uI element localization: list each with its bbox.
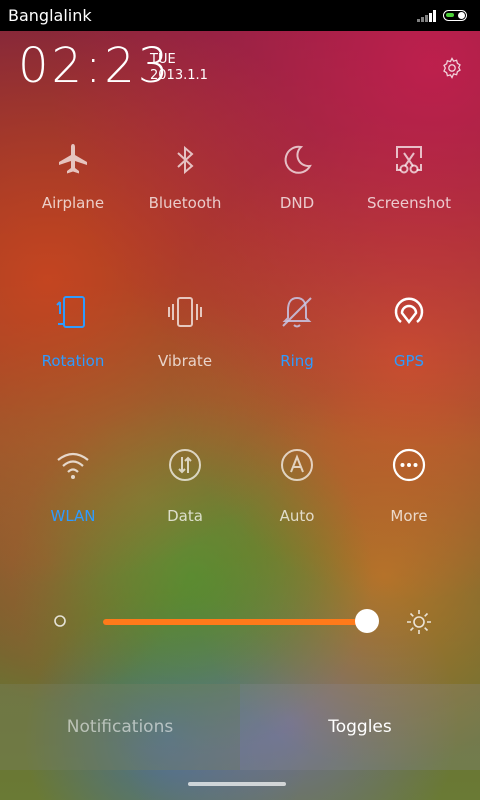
signal-strength-icon xyxy=(417,10,436,22)
toggle-more[interactable]: More xyxy=(349,445,469,525)
toggle-auto[interactable]: Auto xyxy=(237,445,357,525)
toggle-ring[interactable]: Ring xyxy=(237,292,357,370)
bell-muted-icon xyxy=(282,296,312,328)
bluetooth-icon xyxy=(177,145,194,175)
clock-date: 2013.1.1 xyxy=(150,68,208,83)
toggle-label: Vibrate xyxy=(157,352,213,370)
tab-notifications[interactable]: Notifications xyxy=(0,684,240,770)
gps-icon xyxy=(394,297,424,325)
wifi-icon xyxy=(57,452,89,479)
drag-handle[interactable] xyxy=(188,782,286,786)
toggle-label: Ring xyxy=(280,352,314,370)
vibrate-icon xyxy=(168,297,202,327)
toggle-bluetooth[interactable]: Bluetooth xyxy=(125,140,245,212)
blurred-wallpaper xyxy=(0,0,480,800)
brightness-low-icon xyxy=(54,615,66,627)
clock-day: TUE xyxy=(150,52,176,67)
rotation-icon xyxy=(56,296,85,328)
brightness-slider-thumb[interactable] xyxy=(355,609,379,633)
toggle-label: Rotation xyxy=(41,352,105,370)
toggle-airplane[interactable]: Airplane xyxy=(13,140,133,212)
toggle-label: DND xyxy=(279,194,315,212)
toggle-dnd[interactable]: DND xyxy=(237,140,357,212)
auto-brightness-icon xyxy=(281,449,313,481)
brightness-high-icon xyxy=(407,610,431,634)
toggle-label: Bluetooth xyxy=(148,194,222,212)
moon-icon xyxy=(284,145,312,174)
toggle-label: Airplane xyxy=(41,194,105,212)
data-icon xyxy=(169,449,201,481)
toggle-data[interactable]: Data xyxy=(125,445,245,525)
battery-icon xyxy=(443,10,467,21)
toggle-vibrate[interactable]: Vibrate xyxy=(125,292,245,370)
tab-toggles[interactable]: Toggles xyxy=(240,684,480,770)
status-bar: Banglalink xyxy=(0,0,480,31)
clock-time: 02:23 xyxy=(18,38,172,94)
brightness-slider-track[interactable] xyxy=(103,619,366,625)
toggle-rotation[interactable]: Rotation xyxy=(13,292,133,370)
toggle-wlan[interactable]: WLAN xyxy=(13,445,133,525)
airplane-icon xyxy=(59,144,87,174)
scissors-icon xyxy=(396,146,422,174)
toggle-label: Auto xyxy=(279,507,315,525)
settings-gear-icon[interactable] xyxy=(440,56,464,80)
carrier-name: Banglalink xyxy=(8,6,92,25)
toggle-label: Screenshot xyxy=(367,194,451,212)
toggle-label: GPS xyxy=(393,352,425,370)
toggle-screenshot[interactable]: Screenshot xyxy=(349,140,469,212)
toggle-label: More xyxy=(390,507,428,525)
toggle-gps[interactable]: GPS xyxy=(349,292,469,370)
more-icon xyxy=(392,448,426,482)
bottom-tabs: Notifications Toggles xyxy=(0,684,480,770)
toggle-label: Data xyxy=(167,507,203,525)
toggle-label: WLAN xyxy=(50,507,96,525)
